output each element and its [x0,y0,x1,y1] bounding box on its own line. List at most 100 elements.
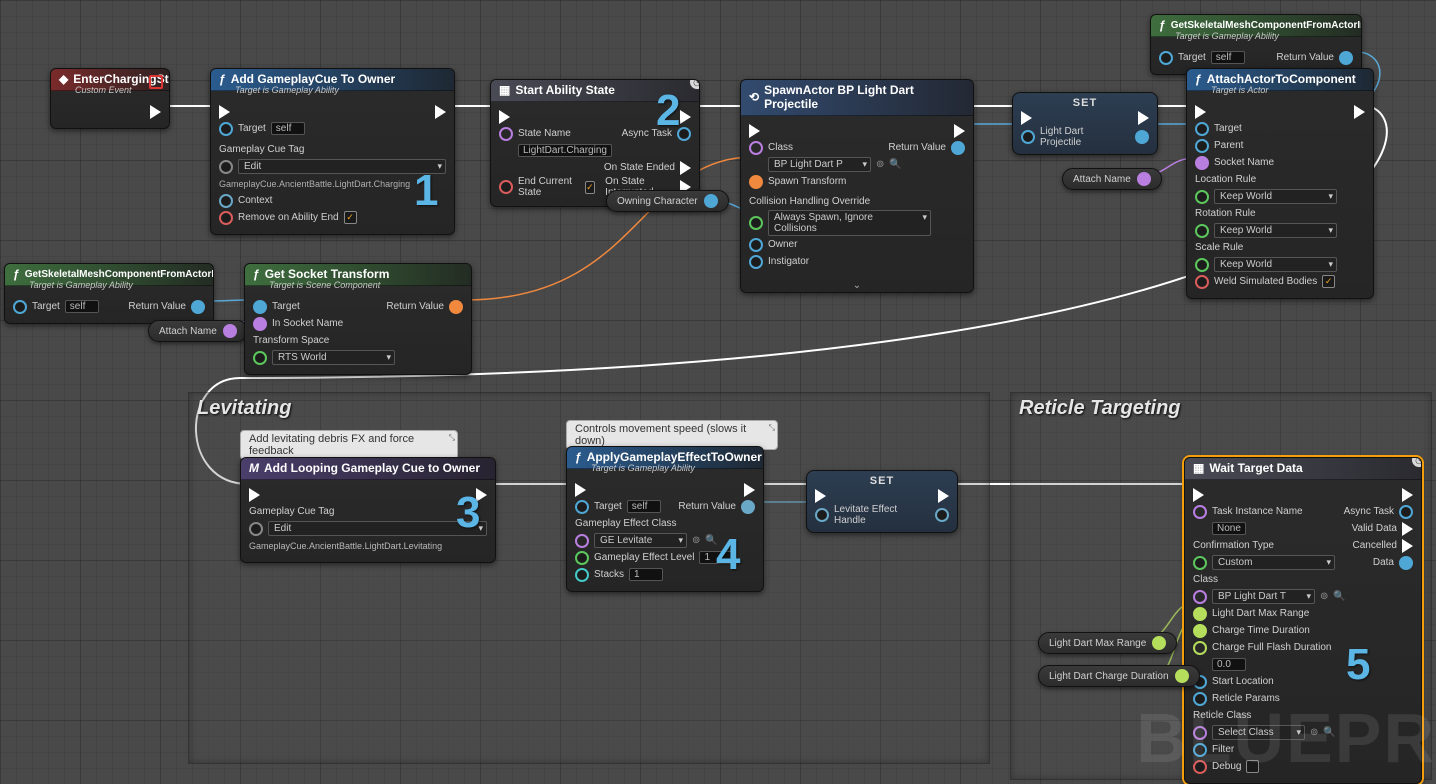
debug-pin[interactable] [1193,760,1207,774]
pill-attach-name-lower[interactable]: Attach Name [148,320,248,342]
exec-in-pin[interactable] [219,105,230,119]
node-spawnactor[interactable]: ⟲ SpawnActor BP Light Dart Projectile Cl… [740,79,974,293]
locrule-pin[interactable] [1195,190,1209,204]
value-in-pin[interactable] [1021,130,1035,144]
async-pin[interactable] [1399,505,1413,519]
params-pin[interactable] [1193,692,1207,706]
target-pin[interactable] [575,500,589,514]
endcurrent-check[interactable]: ✓ [585,181,595,194]
exec-out-pin[interactable] [680,110,691,124]
exec-out-pin[interactable] [1354,105,1365,119]
flash-pin[interactable] [1193,641,1207,655]
self-box[interactable]: self [1211,51,1245,64]
endcurrent-pin[interactable] [499,180,513,194]
node-add-gameplaycue[interactable]: ƒ Add GameplayCue To Owner Target is Gam… [210,68,455,235]
node-enter-charging[interactable]: ◆ EnterChargingState Custom Event [50,68,170,129]
node-get-skeletal-mesh-top[interactable]: ƒ GetSkeletalMeshComponentFromActorInfo … [1150,14,1362,75]
pin[interactable] [704,194,718,208]
pill-attach-name-top[interactable]: Attach Name [1062,168,1162,190]
level-pin[interactable] [575,551,589,565]
target-pin[interactable] [1195,122,1209,136]
tag-edit[interactable]: Edit [268,521,487,536]
remove-pin[interactable] [219,211,233,225]
pin[interactable] [223,324,237,338]
stacks-pin[interactable] [575,568,589,582]
scalerule-select[interactable]: Keep World [1214,257,1337,272]
class-pin[interactable] [1193,590,1207,604]
valid-pin[interactable] [1402,522,1413,536]
weld-pin[interactable] [1195,275,1209,289]
socket-pin[interactable] [1195,156,1209,170]
class-select[interactable]: BP Light Dart T [1212,589,1315,604]
exec-in-pin[interactable] [749,124,760,138]
search-icon[interactable]: ⊚ [1310,727,1318,738]
browse-icon[interactable]: 🔍 [705,535,717,546]
collision-dropdown[interactable]: Always Spawn, Ignore Collisions [768,210,931,236]
exec-in-pin[interactable] [815,489,826,503]
taskname-pin[interactable] [1193,505,1207,519]
tag-pin[interactable] [249,522,263,536]
node-get-socket-transform[interactable]: ƒ Get Socket Transform Target is Scene C… [244,263,472,375]
exec-in-pin[interactable] [575,483,586,497]
search-icon[interactable]: ⊚ [876,159,884,170]
target-pin[interactable] [1159,51,1173,65]
target-pin[interactable] [219,122,233,136]
target-self[interactable]: self [271,122,305,135]
return-pin[interactable] [191,300,205,314]
confirm-select[interactable]: Custom [1212,555,1335,570]
node-add-looping-cue[interactable]: M Add Looping Gameplay Cue to Owner Game… [240,457,496,563]
exec-in-pin[interactable] [1193,488,1204,502]
class-pin[interactable] [749,141,763,155]
remove-checkbox[interactable]: ✓ [344,211,357,224]
comment-debris[interactable]: Add levitating debris FX and force feedb… [240,430,458,460]
exec-out-pin[interactable] [150,105,161,119]
exec-out-pin[interactable] [476,488,487,502]
reticleclass-pin[interactable] [1193,726,1207,740]
parent-pin[interactable] [1195,139,1209,153]
delegate-pin-icon[interactable] [149,75,163,89]
return-pin[interactable] [1339,51,1353,65]
node-attach-actor[interactable]: ƒ AttachActorToComponent Target is Actor… [1186,68,1374,299]
statename-value[interactable]: LightDart.Charging [518,144,612,157]
taskname-box[interactable]: None [1212,522,1246,535]
pin[interactable] [1152,636,1166,650]
node-apply-ge[interactable]: ƒ ApplyGameplayEffectToOwner Target is G… [566,446,764,592]
pill-max-range[interactable]: Light Dart Max Range [1038,632,1177,654]
target-pin[interactable] [253,300,267,314]
search-icon[interactable]: ⊚ [1320,591,1328,602]
pill-owning-character[interactable]: Owning Character [606,190,729,212]
cancelled-pin[interactable] [1402,539,1413,553]
target-pin[interactable] [13,300,27,314]
exec-out-pin[interactable] [1138,111,1149,125]
search-icon[interactable]: ⊚ [692,535,700,546]
space-select[interactable]: RTS World [272,350,395,365]
tag-dropdown[interactable]: Edit [238,159,446,174]
expand-arrow-icon[interactable]: ⌄ [853,280,861,291]
browse-icon[interactable]: 🔍 [1323,727,1335,738]
node-set-levitate-handle[interactable]: SET Levitate Effect Handle [806,470,958,533]
pin[interactable] [1137,172,1151,186]
maxrange-pin[interactable] [1193,607,1207,621]
weld-check[interactable]: ✓ [1322,275,1335,288]
self-box[interactable]: self [627,500,661,513]
value-in-pin[interactable] [815,508,829,522]
pin[interactable] [1175,669,1189,683]
pill-charge-duration[interactable]: Light Dart Charge Duration [1038,665,1200,687]
node-set-projectile[interactable]: SET Light Dart Projectile [1012,92,1158,155]
exec-out-pin[interactable] [954,124,965,138]
flash-box[interactable]: 0.0 [1212,658,1246,671]
context-pin[interactable] [219,194,233,208]
comment-resize-icon[interactable]: ⤡ [769,423,775,433]
exec-in-pin[interactable] [499,110,510,124]
exec-out-pin[interactable] [744,483,755,497]
rotrule-pin[interactable] [1195,224,1209,238]
geclass-pin[interactable] [575,534,589,548]
node-wait-target-data[interactable]: ◷ ▦ Wait Target Data Task Instance Name … [1184,457,1422,784]
self-box[interactable]: self [65,300,99,313]
locrule-select[interactable]: Keep World [1214,189,1337,204]
exec-out-pin[interactable] [435,105,446,119]
class-dropdown[interactable]: BP Light Dart P [768,157,871,172]
async-pin[interactable] [677,127,691,141]
level-box[interactable]: 1 [699,551,733,564]
rotrule-select[interactable]: Keep World [1214,223,1337,238]
